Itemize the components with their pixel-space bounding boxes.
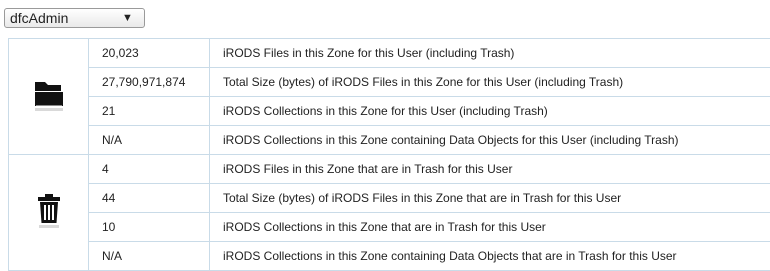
user-select-value: dfcAdmin: [5, 10, 122, 26]
stat-description: iRODS Collections in this Zone containin…: [210, 126, 770, 155]
stat-description: iRODS Files in this Zone for this User (…: [210, 39, 770, 68]
folder-icon: [34, 78, 64, 115]
stat-value: 44: [89, 184, 210, 213]
stat-value: 27,790,971,874: [89, 68, 210, 97]
stat-value: 20,023: [89, 39, 210, 68]
trash-icon: [36, 193, 62, 232]
stat-value: N/A: [89, 126, 210, 155]
stat-description: iRODS Collections in this Zone for this …: [210, 97, 770, 126]
table-row: N/A iRODS Collections in this Zone conta…: [9, 126, 770, 155]
table-row: 10 iRODS Collections in this Zone that a…: [9, 213, 770, 242]
table-row: N/A iRODS Collections in this Zone conta…: [9, 242, 770, 271]
table-row: 44 Total Size (bytes) of iRODS Files in …: [9, 184, 770, 213]
user-select[interactable]: dfcAdmin ▼: [4, 8, 145, 28]
stat-value: 21: [89, 97, 210, 126]
table-row: 20,023 iRODS Files in this Zone for this…: [9, 39, 770, 68]
user-stats-table: 20,023 iRODS Files in this Zone for this…: [8, 38, 770, 271]
stat-value: N/A: [89, 242, 210, 271]
stat-description: iRODS Collections in this Zone containin…: [210, 242, 770, 271]
trash-icon-cell: [9, 155, 89, 271]
stat-value: 4: [89, 155, 210, 184]
table-row: 21 iRODS Collections in this Zone for th…: [9, 97, 770, 126]
stat-description: iRODS Files in this Zone that are in Tra…: [210, 155, 770, 184]
stat-description: Total Size (bytes) of iRODS Files in thi…: [210, 68, 770, 97]
chevron-down-icon[interactable]: ▼: [122, 12, 144, 24]
table-row: 4 iRODS Files in this Zone that are in T…: [9, 155, 770, 184]
table-row: 27,790,971,874 Total Size (bytes) of iRO…: [9, 68, 770, 97]
stat-value: 10: [89, 213, 210, 242]
files-icon-cell: [9, 39, 89, 155]
stat-description: iRODS Collections in this Zone that are …: [210, 213, 770, 242]
stat-description: Total Size (bytes) of iRODS Files in thi…: [210, 184, 770, 213]
